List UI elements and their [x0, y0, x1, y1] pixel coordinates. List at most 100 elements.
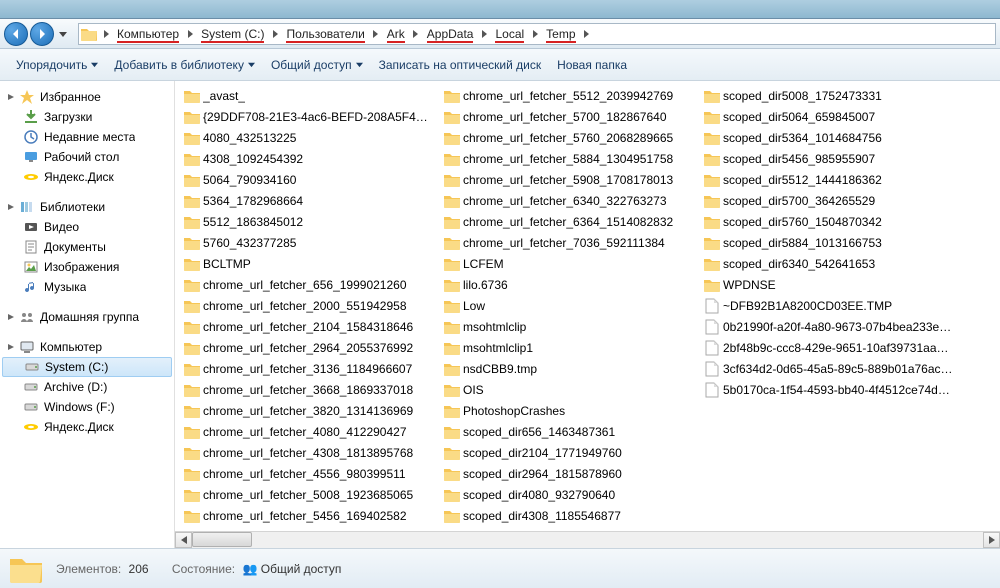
- breadcrumb-segment[interactable]: Пользователи: [282, 24, 368, 44]
- chevron-right-icon[interactable]: [268, 30, 282, 38]
- folder-item[interactable]: scoped_dir5456_985955907: [699, 148, 959, 169]
- folder-item[interactable]: 5364_1782968664: [179, 190, 439, 211]
- folder-item[interactable]: Low: [439, 295, 699, 316]
- add-to-library-menu[interactable]: Добавить в библиотеку: [106, 49, 263, 80]
- folder-item[interactable]: chrome_url_fetcher_2104_1584318646: [179, 316, 439, 337]
- sidebar-item[interactable]: Недавние места: [0, 127, 174, 147]
- sidebar-item[interactable]: Яндекс.Диск: [0, 167, 174, 187]
- folder-item[interactable]: 5512_1863845012: [179, 211, 439, 232]
- folder-item[interactable]: chrome_url_fetcher_6340_322763273: [439, 190, 699, 211]
- folder-item[interactable]: chrome_url_fetcher_3820_1314136969: [179, 400, 439, 421]
- file-item[interactable]: 5b0170ca-1f54-4593-bb40-4f4512ce74d6.tmp: [699, 379, 959, 400]
- folder-item[interactable]: 5064_790934160: [179, 169, 439, 190]
- folder-item[interactable]: LCFEM: [439, 253, 699, 274]
- folder-item[interactable]: OIS: [439, 379, 699, 400]
- folder-item[interactable]: msohtmlclip: [439, 316, 699, 337]
- horizontal-scrollbar[interactable]: [175, 531, 1000, 548]
- breadcrumb-segment[interactable]: AppData: [423, 24, 478, 44]
- folder-item[interactable]: _avast_: [179, 85, 439, 106]
- folder-item[interactable]: 4080_432513225: [179, 127, 439, 148]
- sidebar-item[interactable]: Яндекс.Диск: [0, 417, 174, 437]
- file-item[interactable]: 0b21990f-a20f-4a80-9673-07b4bea233ee.tmp: [699, 316, 959, 337]
- sidebar-item[interactable]: Рабочий стол: [0, 147, 174, 167]
- chevron-right-icon[interactable]: [528, 30, 542, 38]
- new-folder-button[interactable]: Новая папка: [549, 49, 635, 80]
- breadcrumb-segment[interactable]: Temp: [542, 24, 579, 44]
- scroll-track[interactable]: [192, 532, 983, 548]
- breadcrumb-root-arrow[interactable]: [99, 30, 113, 38]
- folder-item[interactable]: chrome_url_fetcher_2000_551942958: [179, 295, 439, 316]
- sidebar-item[interactable]: Музыка: [0, 277, 174, 297]
- sidebar-item[interactable]: System (C:): [2, 357, 172, 377]
- scroll-thumb[interactable]: [192, 532, 252, 547]
- folder-item[interactable]: chrome_url_fetcher_4556_980399511: [179, 463, 439, 484]
- back-button[interactable]: [4, 22, 28, 46]
- folder-item[interactable]: scoped_dir656_1463487361: [439, 421, 699, 442]
- folder-item[interactable]: lilo.6736: [439, 274, 699, 295]
- folder-item[interactable]: chrome_url_fetcher_5456_169402582: [179, 505, 439, 526]
- file-list[interactable]: _avast_{29DDF708-21E3-4ac6-BEFD-208A5F4B…: [175, 81, 1000, 531]
- folder-item[interactable]: chrome_url_fetcher_3668_1869337018: [179, 379, 439, 400]
- folder-item[interactable]: chrome_url_fetcher_2964_2055376992: [179, 337, 439, 358]
- chevron-right-icon[interactable]: [409, 30, 423, 38]
- folder-item[interactable]: BCLTMP: [179, 253, 439, 274]
- organize-menu[interactable]: Упорядочить: [8, 49, 106, 80]
- folder-item[interactable]: chrome_url_fetcher_5008_1923685065: [179, 484, 439, 505]
- share-menu[interactable]: Общий доступ: [263, 49, 371, 80]
- folder-item[interactable]: scoped_dir5700_364265529: [699, 190, 959, 211]
- chevron-right-icon[interactable]: [580, 30, 594, 38]
- folder-item[interactable]: chrome_url_fetcher_4080_412290427: [179, 421, 439, 442]
- folder-item[interactable]: {29DDF708-21E3-4ac6-BEFD-208A5F4B6B04}: [179, 106, 439, 127]
- sidebar-item[interactable]: Загрузки: [0, 107, 174, 127]
- folder-item[interactable]: scoped_dir2964_1815878960: [439, 463, 699, 484]
- folder-item[interactable]: chrome_url_fetcher_5884_1304951758: [439, 148, 699, 169]
- breadcrumb-segment[interactable]: Local: [491, 24, 528, 44]
- folder-item[interactable]: scoped_dir4308_1185546877: [439, 505, 699, 526]
- folder-item[interactable]: 5760_432377285: [179, 232, 439, 253]
- folder-item[interactable]: chrome_url_fetcher_656_1999021260: [179, 274, 439, 295]
- folder-item[interactable]: scoped_dir5008_1752473331: [699, 85, 959, 106]
- folder-item[interactable]: scoped_dir4080_932790640: [439, 484, 699, 505]
- sidebar-item[interactable]: Видео: [0, 217, 174, 237]
- file-item[interactable]: ~DFB92B1A8200CD03EE.TMP: [699, 295, 959, 316]
- folder-item[interactable]: nsdCBB9.tmp: [439, 358, 699, 379]
- file-item[interactable]: 2bf48b9c-ccc8-429e-9651-10af39731aaa.tmp: [699, 337, 959, 358]
- folder-item[interactable]: scoped_dir5364_1014684756: [699, 127, 959, 148]
- scroll-right-button[interactable]: [983, 532, 1000, 548]
- sidebar-group-header[interactable]: Компьютер: [0, 337, 174, 357]
- folder-item[interactable]: chrome_url_fetcher_5908_1708178013: [439, 169, 699, 190]
- sidebar-group-header[interactable]: Домашняя группа: [0, 307, 174, 327]
- breadcrumb-segment[interactable]: Компьютер: [113, 24, 183, 44]
- folder-item[interactable]: chrome_url_fetcher_5760_2068289665: [439, 127, 699, 148]
- chevron-right-icon[interactable]: [183, 30, 197, 38]
- folder-item[interactable]: 4308_1092454392: [179, 148, 439, 169]
- chevron-right-icon[interactable]: [477, 30, 491, 38]
- folder-item[interactable]: chrome_url_fetcher_5700_182867640: [439, 106, 699, 127]
- folder-item[interactable]: scoped_dir6340_542641653: [699, 253, 959, 274]
- burn-button[interactable]: Записать на оптический диск: [371, 49, 550, 80]
- folder-item[interactable]: chrome_url_fetcher_6364_1514082832: [439, 211, 699, 232]
- sidebar-item[interactable]: Изображения: [0, 257, 174, 277]
- sidebar-group-header[interactable]: Библиотеки: [0, 197, 174, 217]
- sidebar-group-header[interactable]: Избранное: [0, 87, 174, 107]
- folder-item[interactable]: chrome_url_fetcher_4308_1813895768: [179, 442, 439, 463]
- address-breadcrumb[interactable]: КомпьютерSystem (C:)ПользователиArkAppDa…: [78, 23, 996, 45]
- folder-item[interactable]: scoped_dir5064_659845007: [699, 106, 959, 127]
- breadcrumb-segment[interactable]: System (C:): [197, 24, 268, 44]
- folder-item[interactable]: scoped_dir5884_1013166753: [699, 232, 959, 253]
- navigation-pane[interactable]: ИзбранноеЗагрузкиНедавние местаРабочий с…: [0, 81, 175, 548]
- forward-button[interactable]: [30, 22, 54, 46]
- folder-item[interactable]: PhotoshopCrashes: [439, 400, 699, 421]
- sidebar-item[interactable]: Archive (D:): [0, 377, 174, 397]
- folder-item[interactable]: WPDNSE: [699, 274, 959, 295]
- file-item[interactable]: 3cf634d2-0d65-45a5-89c5-889b01a76ac6.tmp: [699, 358, 959, 379]
- folder-item[interactable]: chrome_url_fetcher_5512_2039942769: [439, 85, 699, 106]
- history-dropdown[interactable]: [56, 23, 70, 45]
- folder-item[interactable]: chrome_url_fetcher_3136_1184966607: [179, 358, 439, 379]
- sidebar-item[interactable]: Документы: [0, 237, 174, 257]
- folder-item[interactable]: chrome_url_fetcher_7036_592111384: [439, 232, 699, 253]
- sidebar-item[interactable]: Windows (F:): [0, 397, 174, 417]
- folder-item[interactable]: scoped_dir5512_1444186362: [699, 169, 959, 190]
- chevron-right-icon[interactable]: [369, 30, 383, 38]
- folder-item[interactable]: scoped_dir2104_1771949760: [439, 442, 699, 463]
